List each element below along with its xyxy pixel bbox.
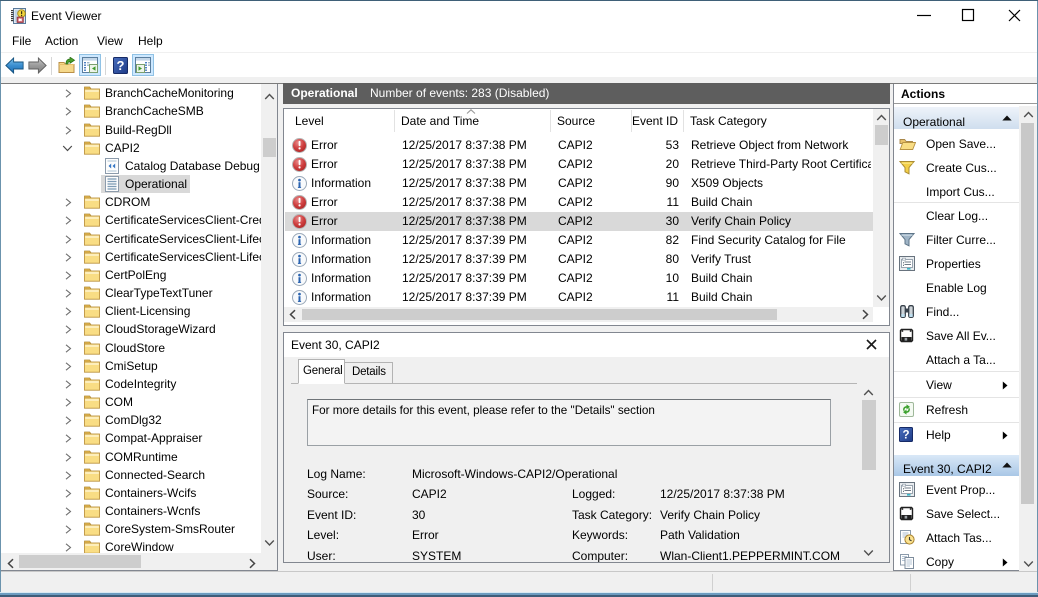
svg-text:?: ? (902, 430, 909, 442)
svg-text:?: ? (117, 58, 125, 73)
